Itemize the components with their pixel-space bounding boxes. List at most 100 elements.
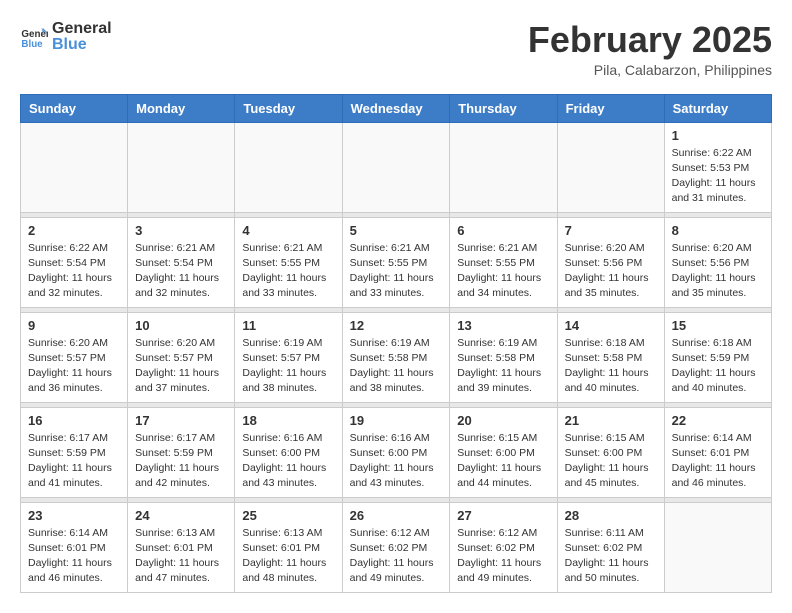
calendar-cell: 23Sunrise: 6:14 AM Sunset: 6:01 PM Dayli… (21, 502, 128, 592)
day-number: 3 (135, 223, 227, 238)
calendar-week-row: 2 Sunrise: 6:22 AM Sunset: 5:54 PM Daylig… (21, 217, 772, 307)
calendar-cell: 22 Sunrise: 6:14 AM Sunset: 6:01 PM Dayli… (664, 407, 771, 497)
day-info: Sunrise: 6:22 AM Sunset: 5:53 PM Dayligh… (672, 146, 764, 207)
title-block: February 2025 Pila, Calabarzon, Philippi… (528, 20, 772, 78)
calendar-week-row: 23Sunrise: 6:14 AM Sunset: 6:01 PM Dayli… (21, 502, 772, 592)
calendar-cell: 9Sunrise: 6:20 AM Sunset: 5:57 PM Daylig… (21, 312, 128, 402)
day-number: 20 (457, 413, 549, 428)
calendar-table: SundayMondayTuesdayWednesdayThursdayFrid… (20, 94, 772, 593)
day-info: Sunrise: 6:19 AM Sunset: 5:57 PM Dayligh… (242, 336, 334, 397)
calendar-week-row: 1 Sunrise: 6:22 AM Sunset: 5:53 PM Daylig… (21, 122, 772, 212)
calendar-cell: 17Sunrise: 6:17 AM Sunset: 5:59 PM Dayli… (128, 407, 235, 497)
calendar-cell: 28 Sunrise: 6:11 AM Sunset: 6:02 PM Dayli… (557, 502, 664, 592)
day-info: Sunrise: 6:18 AM Sunset: 5:59 PM Dayligh… (672, 336, 764, 397)
day-number: 14 (565, 318, 657, 333)
logo-general: General (52, 20, 112, 38)
calendar-body: 1 Sunrise: 6:22 AM Sunset: 5:53 PM Daylig… (21, 122, 772, 592)
calendar-cell: 4Sunrise: 6:21 AM Sunset: 5:55 PM Daylig… (235, 217, 342, 307)
day-number: 5 (350, 223, 443, 238)
day-info: Sunrise: 6:19 AM Sunset: 5:58 PM Dayligh… (350, 336, 443, 397)
weekday-header-friday: Friday (557, 94, 664, 122)
day-info: Sunrise: 6:17 AM Sunset: 5:59 PM Dayligh… (28, 431, 120, 492)
day-number: 7 (565, 223, 657, 238)
day-number: 10 (135, 318, 227, 333)
calendar-cell: 18 Sunrise: 6:16 AM Sunset: 6:00 PM Dayli… (235, 407, 342, 497)
day-info: Sunrise: 6:13 AM Sunset: 6:01 PM Dayligh… (135, 526, 227, 587)
calendar-cell (21, 122, 128, 212)
day-number: 4 (242, 223, 334, 238)
day-number: 16 (28, 413, 120, 428)
day-info: Sunrise: 6:15 AM Sunset: 6:00 PM Dayligh… (457, 431, 549, 492)
day-info: Sunrise: 6:20 AM Sunset: 5:56 PM Dayligh… (672, 241, 764, 302)
day-number: 2 (28, 223, 120, 238)
day-number: 18 (242, 413, 334, 428)
day-info: Sunrise: 6:21 AM Sunset: 5:55 PM Dayligh… (350, 241, 443, 302)
day-number: 26 (350, 508, 443, 523)
day-info: Sunrise: 6:21 AM Sunset: 5:54 PM Dayligh… (135, 241, 227, 302)
logo: General Blue General Blue (20, 20, 112, 53)
calendar-cell: 27 Sunrise: 6:12 AM Sunset: 6:02 PM Dayli… (450, 502, 557, 592)
day-info: Sunrise: 6:11 AM Sunset: 6:02 PM Dayligh… (565, 526, 657, 587)
logo-icon: General Blue (20, 23, 48, 51)
day-number: 8 (672, 223, 764, 238)
day-info: Sunrise: 6:18 AM Sunset: 5:58 PM Dayligh… (565, 336, 657, 397)
calendar-week-row: 16 Sunrise: 6:17 AM Sunset: 5:59 PM Dayli… (21, 407, 772, 497)
location-title: Pila, Calabarzon, Philippines (528, 62, 772, 78)
calendar-cell: 26 Sunrise: 6:12 AM Sunset: 6:02 PM Dayli… (342, 502, 450, 592)
calendar-cell: 14 Sunrise: 6:18 AM Sunset: 5:58 PM Dayli… (557, 312, 664, 402)
day-info: Sunrise: 6:12 AM Sunset: 6:02 PM Dayligh… (457, 526, 549, 587)
calendar-cell: 24 Sunrise: 6:13 AM Sunset: 6:01 PM Dayli… (128, 502, 235, 592)
day-number: 17 (135, 413, 227, 428)
svg-text:Blue: Blue (21, 38, 43, 49)
calendar-cell: 12 Sunrise: 6:19 AM Sunset: 5:58 PM Dayli… (342, 312, 450, 402)
calendar-cell: 5 Sunrise: 6:21 AM Sunset: 5:55 PM Daylig… (342, 217, 450, 307)
calendar-cell (450, 122, 557, 212)
calendar-cell (235, 122, 342, 212)
day-number: 11 (242, 318, 334, 333)
day-number: 22 (672, 413, 764, 428)
day-info: Sunrise: 6:22 AM Sunset: 5:54 PM Dayligh… (28, 241, 120, 302)
calendar-cell: 25 Sunrise: 6:13 AM Sunset: 6:01 PM Dayli… (235, 502, 342, 592)
weekday-header-tuesday: Tuesday (235, 94, 342, 122)
day-info: Sunrise: 6:20 AM Sunset: 5:57 PM Dayligh… (28, 336, 120, 397)
day-info: Sunrise: 6:19 AM Sunset: 5:58 PM Dayligh… (457, 336, 549, 397)
day-number: 23 (28, 508, 120, 523)
weekday-header-row: SundayMondayTuesdayWednesdayThursdayFrid… (21, 94, 772, 122)
weekday-header-wednesday: Wednesday (342, 94, 450, 122)
day-info: Sunrise: 6:13 AM Sunset: 6:01 PM Dayligh… (242, 526, 334, 587)
day-info: Sunrise: 6:16 AM Sunset: 6:00 PM Dayligh… (242, 431, 334, 492)
logo-blue: Blue (52, 36, 112, 54)
day-number: 28 (565, 508, 657, 523)
day-number: 6 (457, 223, 549, 238)
calendar-cell: 15Sunrise: 6:18 AM Sunset: 5:59 PM Dayli… (664, 312, 771, 402)
day-number: 27 (457, 508, 549, 523)
day-info: Sunrise: 6:14 AM Sunset: 6:01 PM Dayligh… (672, 431, 764, 492)
calendar-cell: 11 Sunrise: 6:19 AM Sunset: 5:57 PM Dayli… (235, 312, 342, 402)
weekday-header-sunday: Sunday (21, 94, 128, 122)
day-info: Sunrise: 6:21 AM Sunset: 5:55 PM Dayligh… (457, 241, 549, 302)
day-number: 12 (350, 318, 443, 333)
day-number: 13 (457, 318, 549, 333)
calendar-cell: 21 Sunrise: 6:15 AM Sunset: 6:00 PM Dayli… (557, 407, 664, 497)
calendar-cell: 20 Sunrise: 6:15 AM Sunset: 6:00 PM Dayli… (450, 407, 557, 497)
calendar-week-row: 9Sunrise: 6:20 AM Sunset: 5:57 PM Daylig… (21, 312, 772, 402)
weekday-header-monday: Monday (128, 94, 235, 122)
calendar-cell: 3 Sunrise: 6:21 AM Sunset: 5:54 PM Daylig… (128, 217, 235, 307)
day-info: Sunrise: 6:15 AM Sunset: 6:00 PM Dayligh… (565, 431, 657, 492)
day-number: 21 (565, 413, 657, 428)
calendar-cell: 7 Sunrise: 6:20 AM Sunset: 5:56 PM Daylig… (557, 217, 664, 307)
calendar-cell (342, 122, 450, 212)
calendar-cell (128, 122, 235, 212)
calendar-cell: 19Sunrise: 6:16 AM Sunset: 6:00 PM Dayli… (342, 407, 450, 497)
calendar-cell: 6 Sunrise: 6:21 AM Sunset: 5:55 PM Daylig… (450, 217, 557, 307)
day-info: Sunrise: 6:20 AM Sunset: 5:57 PM Dayligh… (135, 336, 227, 397)
day-info: Sunrise: 6:12 AM Sunset: 6:02 PM Dayligh… (350, 526, 443, 587)
calendar-cell: 10 Sunrise: 6:20 AM Sunset: 5:57 PM Dayli… (128, 312, 235, 402)
day-number: 24 (135, 508, 227, 523)
calendar-cell: 13 Sunrise: 6:19 AM Sunset: 5:58 PM Dayli… (450, 312, 557, 402)
day-info: Sunrise: 6:20 AM Sunset: 5:56 PM Dayligh… (565, 241, 657, 302)
day-number: 25 (242, 508, 334, 523)
calendar-cell (664, 502, 771, 592)
month-title: February 2025 (528, 20, 772, 60)
day-number: 1 (672, 128, 764, 143)
